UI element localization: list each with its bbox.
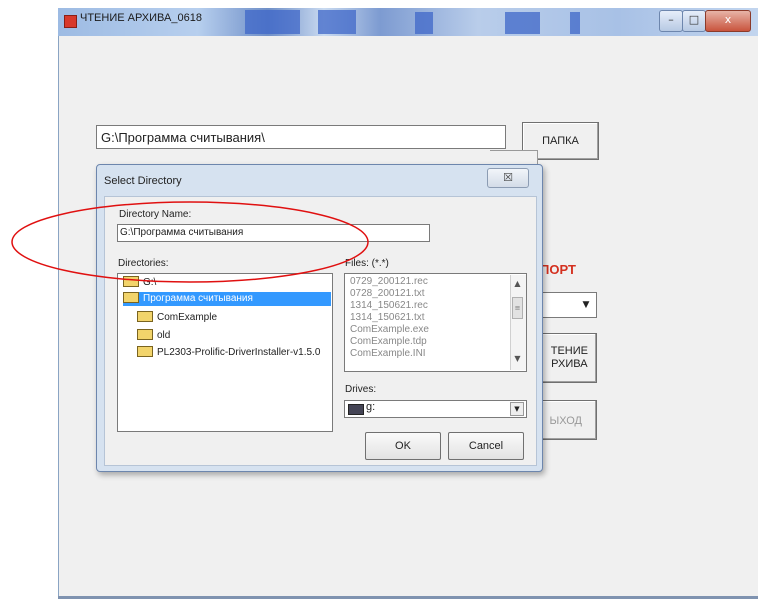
directory-item-label: ComExample — [157, 312, 218, 323]
file-item[interactable]: 1314_150621.rec — [350, 300, 428, 311]
titlebar-decoration — [318, 10, 356, 34]
drive-value: g: — [366, 401, 376, 413]
directory-name-label: Directory Name: — [119, 209, 192, 220]
file-item[interactable]: ComExample.tdp — [350, 336, 427, 347]
folder-icon — [137, 310, 153, 322]
file-item[interactable]: ComExample.exe — [350, 324, 429, 335]
ok-button[interactable]: OK — [365, 432, 441, 460]
chevron-down-icon[interactable]: ▼ — [579, 296, 593, 314]
titlebar-decoration — [570, 12, 580, 34]
directory-item[interactable]: PL2303-Prolific-DriverInstaller-v1.5.0 — [137, 345, 321, 360]
directory-item[interactable]: ComExample — [137, 310, 218, 325]
drives-label: Drives: — [345, 384, 377, 395]
directory-item-label: G:\ — [143, 277, 157, 288]
open-folder-icon — [123, 291, 139, 303]
window-title: ЧТЕНИЕ АРХИВА_0618 — [80, 12, 202, 24]
dialog-close-button[interactable]: ☒ — [487, 168, 529, 188]
file-item[interactable]: 1314_150621.txt — [350, 312, 425, 323]
dialog-title: Select Directory — [104, 175, 182, 187]
scroll-up-icon[interactable]: ▲ — [510, 279, 525, 288]
titlebar-decoration — [415, 12, 433, 34]
directories-label: Directories: — [118, 258, 169, 269]
directory-item-label: Программа считывания — [143, 293, 253, 304]
directory-item[interactable]: G:\ — [123, 275, 157, 290]
file-item[interactable]: 0729_200121.rec — [350, 276, 428, 287]
cancel-button[interactable]: Cancel — [448, 432, 524, 460]
titlebar-decoration — [245, 10, 300, 34]
chevron-down-icon[interactable]: ▼ — [510, 402, 524, 416]
titlebar-decoration — [505, 12, 540, 34]
read-button-line1: ТЕНИЕ — [550, 345, 588, 357]
open-folder-icon — [123, 275, 139, 287]
scroll-thumb[interactable]: ≡ — [512, 297, 523, 319]
folder-icon — [137, 328, 153, 340]
app-icon — [64, 15, 77, 28]
directory-name-input[interactable]: G:\Программа считывания — [117, 224, 430, 242]
file-item[interactable]: 0728_200121.txt — [350, 288, 425, 299]
file-item[interactable]: ComExample.INI — [350, 348, 426, 359]
directory-item[interactable]: Программа считывания — [123, 291, 331, 306]
maximize-button[interactable]: □ — [682, 10, 706, 32]
directory-item[interactable]: old — [137, 328, 171, 343]
drive-icon — [348, 404, 364, 415]
close-window-button[interactable]: x — [705, 10, 751, 32]
directory-item-label: old — [157, 330, 171, 341]
port-label: ПОРТ — [540, 262, 576, 277]
files-label: Files: (*.*) — [345, 258, 389, 269]
minimize-button[interactable]: – — [659, 10, 683, 32]
scroll-down-icon[interactable]: ▼ — [510, 354, 525, 363]
read-button-line2: РХИВА — [551, 358, 588, 370]
folder-icon — [137, 345, 153, 357]
directory-item-label: PL2303-Prolific-DriverInstaller-v1.5.0 — [157, 347, 321, 358]
folder-path-field[interactable]: G:\Программа считывания\ — [96, 125, 506, 149]
